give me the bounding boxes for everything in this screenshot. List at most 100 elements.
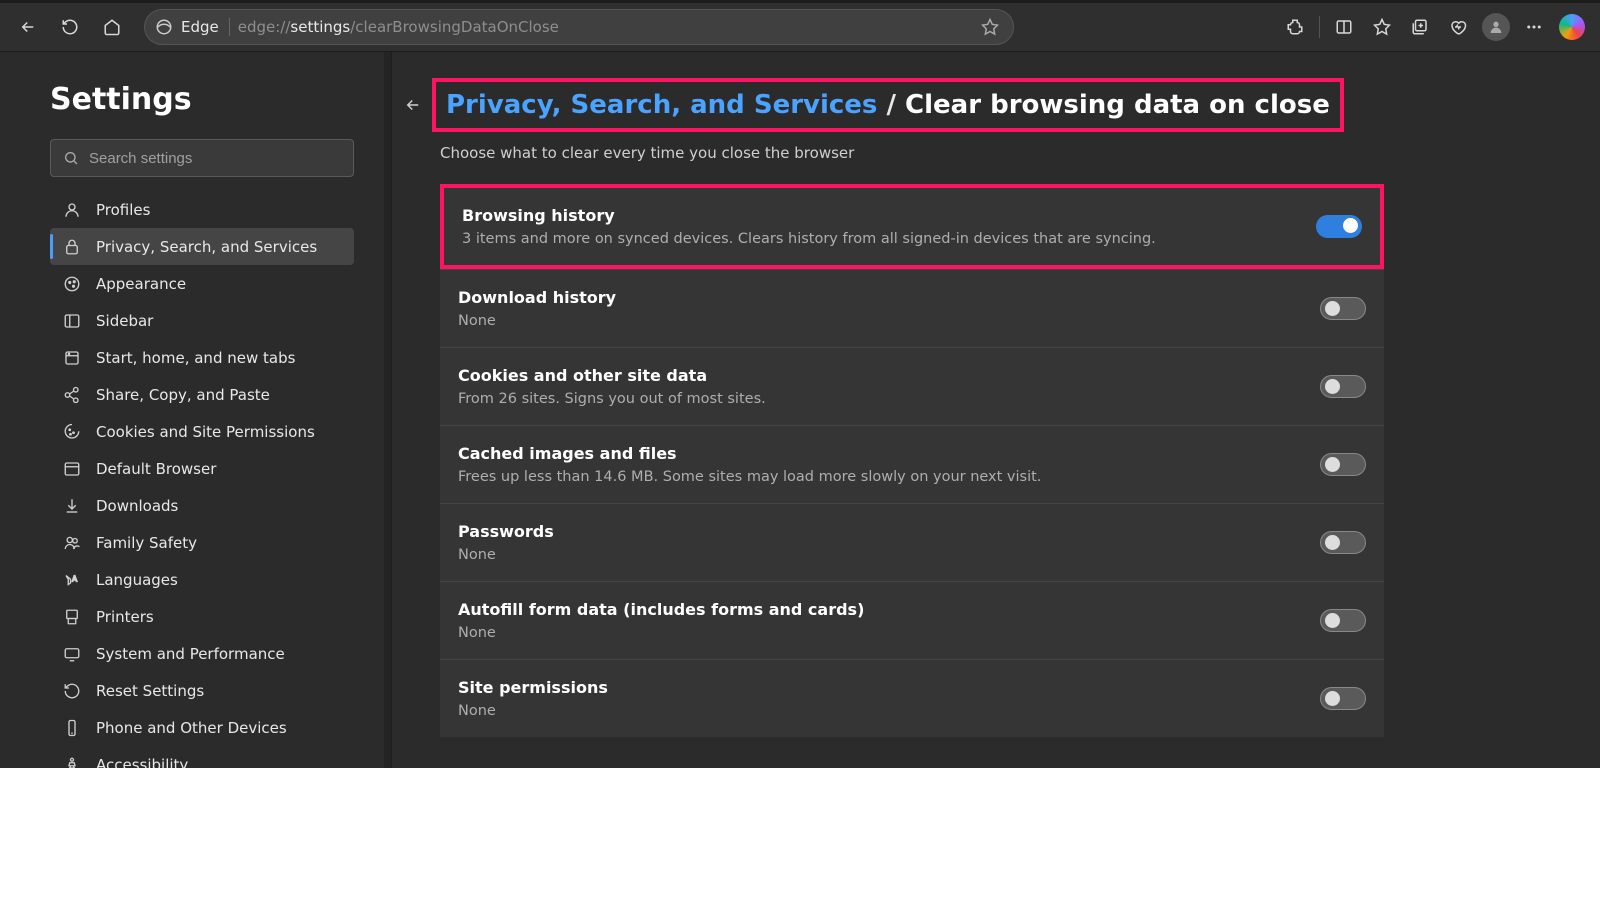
reset-icon xyxy=(62,681,82,701)
sidebar-item-start-home-and-new-tabs[interactable]: Start, home, and new tabs xyxy=(50,339,354,376)
sidebar-item-reset-settings[interactable]: Reset Settings xyxy=(50,672,354,709)
sidebar-item-label: Reset Settings xyxy=(96,682,204,700)
sidebar-item-label: Appearance xyxy=(96,275,186,293)
setting-toggle[interactable] xyxy=(1320,453,1366,476)
setting-row-browsing-history: Browsing history 3 items and more on sync… xyxy=(440,184,1384,269)
setting-description: None xyxy=(458,703,1320,719)
setting-title: Autofill form data (includes forms and c… xyxy=(458,600,1320,619)
sidebar-item-cookies-and-site-permissions[interactable]: Cookies and Site Permissions xyxy=(50,413,354,450)
sidebar-item-appearance[interactable]: Appearance xyxy=(50,265,354,302)
sidebar-resize-edge[interactable] xyxy=(384,52,392,768)
address-bar[interactable]: Edge edge://settings/clearBrowsingDataOn… xyxy=(144,9,1014,45)
sidebar-item-privacy-search-and-services[interactable]: Privacy, Search, and Services xyxy=(50,228,354,265)
sidebar-item-profiles[interactable]: Profiles xyxy=(50,191,354,228)
setting-row-cached-images-and-files: Cached images and filesFrees up less tha… xyxy=(440,425,1384,503)
toolbar-divider xyxy=(1319,16,1320,38)
profile-avatar[interactable] xyxy=(1478,9,1514,45)
sidebar-item-label: Accessibility xyxy=(96,756,188,769)
profile-icon xyxy=(62,200,82,220)
favorite-star-icon[interactable] xyxy=(981,18,999,36)
setting-description: Frees up less than 14.6 MB. Some sites m… xyxy=(458,469,1320,485)
setting-row-site-permissions: Site permissions None xyxy=(440,659,1384,737)
home-button[interactable] xyxy=(94,9,130,45)
monitor-icon xyxy=(62,644,82,664)
sidebar-item-label: System and Performance xyxy=(96,645,285,663)
setting-row-cookies-and-other-site-data: Cookies and other site data From 26 sites… xyxy=(440,347,1384,425)
printer-icon xyxy=(62,607,82,627)
settings-sidebar: Settings Profiles Privacy, Search, and Se… xyxy=(0,52,384,768)
setting-title: Browsing history xyxy=(462,206,1316,225)
window-icon xyxy=(62,348,82,368)
search-settings-input[interactable] xyxy=(89,150,341,167)
sidebar-item-label: Downloads xyxy=(96,497,178,515)
sidebar-item-label: Privacy, Search, and Services xyxy=(96,238,317,256)
settings-main: Privacy, Search, and Services / Clear br… xyxy=(392,52,1600,768)
setting-title: Passwords xyxy=(458,522,1320,541)
setting-toggle[interactable] xyxy=(1320,297,1366,320)
download-icon xyxy=(62,496,82,516)
edge-brand-label: Edge xyxy=(181,18,230,36)
sidebar-icon xyxy=(62,311,82,331)
split-screen-icon[interactable] xyxy=(1326,9,1362,45)
sidebar-item-label: Profiles xyxy=(96,201,150,219)
svg-text:A: A xyxy=(72,574,78,583)
setting-toggle[interactable] xyxy=(1320,609,1366,632)
sidebar-item-printers[interactable]: Printers xyxy=(50,598,354,635)
browser-toolbar: Edge edge://settings/clearBrowsingDataOn… xyxy=(0,3,1600,52)
sidebar-item-label: Share, Copy, and Paste xyxy=(96,386,270,404)
copilot-icon[interactable] xyxy=(1554,9,1590,45)
sidebar-title: Settings xyxy=(50,82,354,117)
phone-icon xyxy=(62,718,82,738)
sidebar-item-downloads[interactable]: Downloads xyxy=(50,487,354,524)
sidebar-item-label: Phone and Other Devices xyxy=(96,719,287,737)
favorites-icon[interactable] xyxy=(1364,9,1400,45)
setting-row-download-history: Download history None xyxy=(440,269,1384,347)
setting-row-passwords: Passwords None xyxy=(440,503,1384,581)
setting-description: None xyxy=(458,313,1320,329)
setting-title: Download history xyxy=(458,288,1320,307)
sidebar-item-family-safety[interactable]: Family Safety xyxy=(50,524,354,561)
sidebar-item-label: Languages xyxy=(96,571,178,589)
lock-icon xyxy=(62,237,82,257)
sidebar-item-default-browser[interactable]: Default Browser xyxy=(50,450,354,487)
back-button[interactable] xyxy=(10,9,46,45)
setting-toggle[interactable] xyxy=(1320,531,1366,554)
setting-description: From 26 sites. Signs you out of most sit… xyxy=(458,391,1320,407)
setting-title: Cookies and other site data xyxy=(458,366,1320,385)
refresh-button[interactable] xyxy=(52,9,88,45)
palette-icon xyxy=(62,274,82,294)
sidebar-item-label: Sidebar xyxy=(96,312,153,330)
cookie-icon xyxy=(62,422,82,442)
language-icon: A xyxy=(62,570,82,590)
sidebar-item-label: Default Browser xyxy=(96,460,216,478)
family-icon xyxy=(62,533,82,553)
sidebar-item-accessibility[interactable]: Accessibility xyxy=(50,746,354,768)
breadcrumb-parent-link[interactable]: Privacy, Search, and Services xyxy=(446,90,877,120)
setting-toggle[interactable] xyxy=(1316,215,1362,238)
setting-title: Site permissions xyxy=(458,678,1320,697)
collections-icon[interactable] xyxy=(1402,9,1438,45)
breadcrumb-current: Clear browsing data on close xyxy=(905,90,1330,120)
setting-description: None xyxy=(458,625,1320,641)
sidebar-item-system-and-performance[interactable]: System and Performance xyxy=(50,635,354,672)
accessibility-icon xyxy=(62,755,82,769)
share-icon xyxy=(62,385,82,405)
setting-toggle[interactable] xyxy=(1320,687,1366,710)
sidebar-item-sidebar[interactable]: Sidebar xyxy=(50,302,354,339)
setting-row-autofill-form-data-includes-forms-and-cards: Autofill form data (includes forms and c… xyxy=(440,581,1384,659)
setting-toggle[interactable] xyxy=(1320,375,1366,398)
more-menu-icon[interactable] xyxy=(1516,9,1552,45)
setting-description: 3 items and more on synced devices. Clea… xyxy=(462,231,1316,247)
extensions-icon[interactable] xyxy=(1277,9,1313,45)
setting-description: None xyxy=(458,547,1320,563)
breadcrumb-back-button[interactable] xyxy=(404,96,424,114)
sidebar-item-share-copy-and-paste[interactable]: Share, Copy, and Paste xyxy=(50,376,354,413)
sidebar-item-label: Cookies and Site Permissions xyxy=(96,423,315,441)
sidebar-item-phone-and-other-devices[interactable]: Phone and Other Devices xyxy=(50,709,354,746)
health-icon[interactable] xyxy=(1440,9,1476,45)
search-settings-box[interactable] xyxy=(50,139,354,177)
url-text: edge://settings/clearBrowsingDataOnClose xyxy=(238,18,973,36)
sidebar-item-label: Printers xyxy=(96,608,154,626)
sidebar-item-label: Start, home, and new tabs xyxy=(96,349,295,367)
sidebar-item-languages[interactable]: A Languages xyxy=(50,561,354,598)
